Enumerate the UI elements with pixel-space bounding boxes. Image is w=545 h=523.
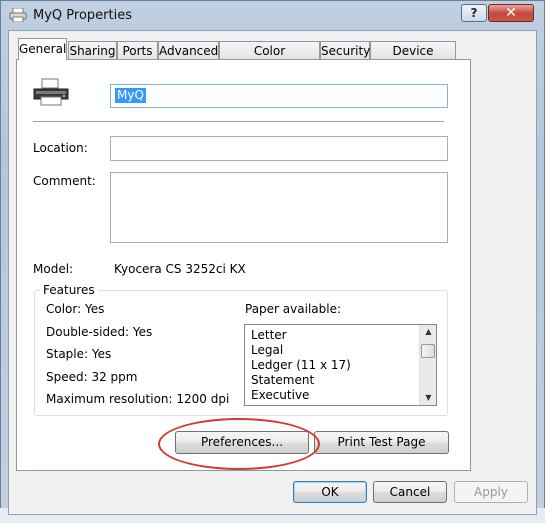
features-title: Features bbox=[40, 283, 98, 297]
list-item[interactable]: Ledger (11 x 17) bbox=[251, 358, 351, 372]
print-test-page-button[interactable]: Print Test Page bbox=[314, 431, 449, 454]
location-label: Location: bbox=[33, 141, 88, 155]
feature-speed: Speed: 32 ppm bbox=[46, 370, 138, 384]
printer-icon bbox=[9, 8, 27, 22]
feature-double-sided: Double-sided: Yes bbox=[46, 325, 153, 339]
model-label: Model: bbox=[33, 262, 74, 276]
list-item[interactable]: Letter bbox=[251, 328, 287, 342]
scroll-down-arrow-icon[interactable]: ▼ bbox=[420, 391, 437, 405]
highlight-ellipse bbox=[158, 418, 320, 470]
comment-textarea[interactable] bbox=[110, 172, 448, 243]
help-button[interactable]: ? bbox=[461, 4, 487, 22]
comment-label: Comment: bbox=[33, 174, 96, 188]
ok-button[interactable]: OK bbox=[293, 481, 367, 503]
tab-security[interactable]: Security bbox=[320, 41, 370, 60]
scroll-thumb[interactable] bbox=[421, 344, 435, 358]
paper-available-label: Paper available: bbox=[245, 302, 342, 316]
tab-advanced[interactable]: Advanced bbox=[158, 41, 219, 60]
list-item[interactable]: Legal bbox=[251, 343, 283, 357]
tab-color-management[interactable]: Color Management bbox=[219, 41, 320, 76]
list-item[interactable]: Statement bbox=[251, 373, 314, 387]
apply-button[interactable]: Apply bbox=[454, 481, 528, 503]
feature-color: Color: Yes bbox=[46, 302, 105, 316]
paper-listbox[interactable]: Letter Legal Ledger (11 x 17) Statement … bbox=[244, 324, 437, 406]
tab-ports[interactable]: Ports bbox=[117, 41, 158, 60]
scroll-up-arrow-icon[interactable]: ▲ bbox=[420, 325, 437, 339]
location-input[interactable] bbox=[110, 136, 448, 161]
tab-sharing[interactable]: Sharing bbox=[68, 41, 117, 60]
printer-name-value: MyQ bbox=[115, 88, 146, 103]
feature-staple: Staple: Yes bbox=[46, 347, 112, 361]
window-title: MyQ Properties bbox=[33, 8, 132, 23]
list-item[interactable]: Executive bbox=[251, 388, 309, 402]
cancel-button[interactable]: Cancel bbox=[373, 481, 447, 503]
close-button[interactable]: ✕ bbox=[488, 4, 534, 22]
model-value: Kyocera CS 3252ci KX bbox=[114, 262, 246, 276]
paper-list-scrollbar[interactable]: ▲ ▼ bbox=[419, 325, 436, 405]
printer-icon bbox=[33, 78, 69, 106]
tab-general[interactable]: General bbox=[18, 38, 67, 60]
tab-device-settings[interactable]: Device Settings bbox=[370, 41, 456, 76]
separator bbox=[33, 121, 444, 122]
printer-name-input[interactable]: MyQ bbox=[110, 84, 448, 108]
feature-max-resolution: Maximum resolution: 1200 dpi bbox=[46, 392, 230, 406]
